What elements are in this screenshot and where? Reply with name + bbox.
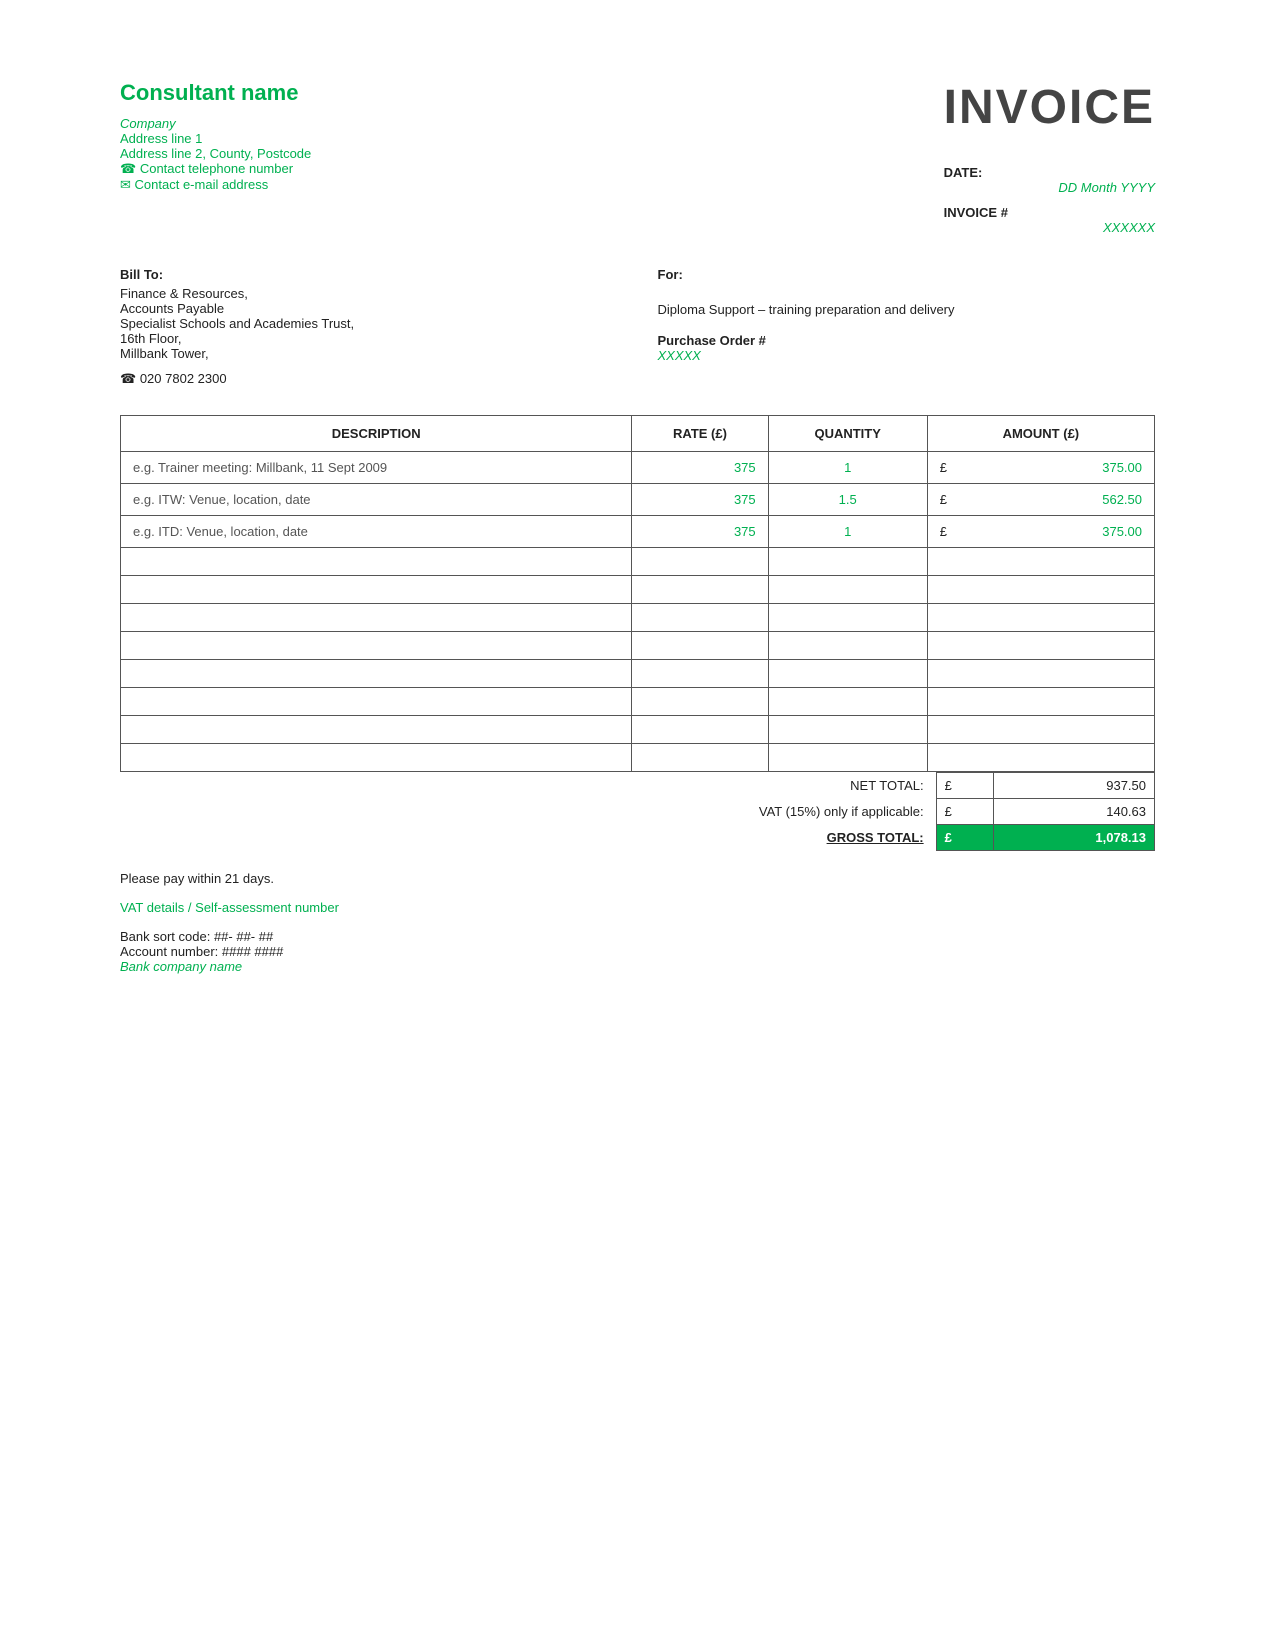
email-text: Contact e-mail address <box>135 177 269 192</box>
vat-row: VAT (15%) only if applicable: £ 140.63 <box>120 799 1155 825</box>
net-total-empty <box>120 773 637 799</box>
row-quantity: 1 <box>768 516 927 548</box>
row-amount: £ 562.50 <box>927 484 1154 516</box>
bill-to-line-2: Accounts Payable <box>120 301 618 316</box>
empty-row <box>121 632 1155 660</box>
bill-to-phone-icon: ☎ <box>120 371 136 386</box>
table-row: e.g. ITW: Venue, location, date 375 1.5 … <box>121 484 1155 516</box>
totals-section: NET TOTAL: £ 937.50 VAT (15%) only if ap… <box>120 772 1155 851</box>
table-header-row: DESCRIPTION RATE (£) QUANTITY AMOUNT (£) <box>121 416 1155 452</box>
purchase-order-label: Purchase Order # <box>658 333 1156 348</box>
gross-empty <box>120 825 637 851</box>
empty-row <box>121 716 1155 744</box>
bill-to-line-3: Specialist Schools and Academies Trust, <box>120 316 618 331</box>
empty-row <box>121 548 1155 576</box>
invoice-table: DESCRIPTION RATE (£) QUANTITY AMOUNT (£)… <box>120 415 1155 772</box>
row-rate: 375 <box>632 452 768 484</box>
row-rate: 375 <box>632 484 768 516</box>
empty-row <box>121 604 1155 632</box>
gross-total-label: GROSS TOTAL: <box>637 825 936 851</box>
bill-for-section: Bill To: Finance & Resources, Accounts P… <box>120 267 1155 387</box>
bank-details: Bank sort code: ##- ##- ## Account numbe… <box>120 929 1155 974</box>
amount-value: 375.00 <box>1102 460 1142 475</box>
phone-line: ☎ Contact telephone number <box>120 161 311 177</box>
address-line1: Address line 1 <box>120 131 311 146</box>
empty-row <box>121 660 1155 688</box>
account-number: Account number: #### #### <box>120 944 1155 959</box>
company-name: Company <box>120 116 311 131</box>
invoice-num-section: INVOICE # XXXXXX <box>944 205 1155 235</box>
address-block: Company Address line 1 Address line 2, C… <box>120 116 311 193</box>
invoice-title: INVOICE <box>944 80 1155 135</box>
date-label: DATE: <box>944 165 1155 180</box>
row-amount: £ 375.00 <box>927 516 1154 548</box>
phone-text: Contact telephone number <box>140 161 293 176</box>
date-section: DATE: DD Month YYYY <box>944 165 1155 195</box>
gross-total-symbol: £ <box>936 825 993 851</box>
table-row: e.g. ITD: Venue, location, date 375 1 £ … <box>121 516 1155 548</box>
col-rate: RATE (£) <box>632 416 768 452</box>
purchase-order-block: Purchase Order # XXXXX <box>658 333 1156 363</box>
vat-label: VAT (15%) only if applicable: <box>637 799 936 825</box>
email-icon: ✉ <box>120 177 131 192</box>
empty-row <box>121 576 1155 604</box>
net-total-value: 937.50 <box>994 773 1155 799</box>
amount-symbol: £ <box>940 492 947 507</box>
gross-total-row: GROSS TOTAL: £ 1,078.13 <box>120 825 1155 851</box>
amount-value: 375.00 <box>1102 524 1142 539</box>
bill-to-phone: ☎ 020 7802 2300 <box>120 371 618 387</box>
phone-icon: ☎ <box>120 161 136 176</box>
for-label: For: <box>658 267 1156 282</box>
col-amount: AMOUNT (£) <box>927 416 1154 452</box>
consultant-name: Consultant name <box>120 80 311 106</box>
bill-to-phone-number: 020 7802 2300 <box>140 371 227 386</box>
bill-to-line-4: 16th Floor, <box>120 331 618 346</box>
pay-note: Please pay within 21 days. <box>120 871 1155 886</box>
date-value: DD Month YYYY <box>944 180 1155 195</box>
col-description: DESCRIPTION <box>121 416 632 452</box>
col-quantity: QUANTITY <box>768 416 927 452</box>
vat-symbol: £ <box>936 799 993 825</box>
row-description: e.g. ITD: Venue, location, date <box>121 516 632 548</box>
email-line: ✉ Contact e-mail address <box>120 177 311 193</box>
address-line2: Address line 2, County, Postcode <box>120 146 311 161</box>
bank-company: Bank company name <box>120 959 1155 974</box>
net-total-symbol: £ <box>936 773 993 799</box>
for-block: For: Diploma Support – training preparat… <box>618 267 1156 387</box>
vat-empty <box>120 799 637 825</box>
amount-value: 562.50 <box>1102 492 1142 507</box>
row-description: e.g. Trainer meeting: Millbank, 11 Sept … <box>121 452 632 484</box>
footer-section: Please pay within 21 days. VAT details /… <box>120 871 1155 974</box>
net-total-label: NET TOTAL: <box>637 773 936 799</box>
empty-row <box>121 744 1155 772</box>
gross-total-value: 1,078.13 <box>994 825 1155 851</box>
empty-row <box>121 688 1155 716</box>
invoice-num-label: INVOICE # <box>944 205 1155 220</box>
row-rate: 375 <box>632 516 768 548</box>
table-row: e.g. Trainer meeting: Millbank, 11 Sept … <box>121 452 1155 484</box>
amount-symbol: £ <box>940 460 947 475</box>
net-total-row: NET TOTAL: £ 937.50 <box>120 773 1155 799</box>
row-quantity: 1 <box>768 452 927 484</box>
invoice-right: INVOICE DATE: DD Month YYYY INVOICE # XX… <box>944 80 1155 243</box>
row-quantity: 1.5 <box>768 484 927 516</box>
bill-to-line-5: Millbank Tower, <box>120 346 618 361</box>
bill-to-block: Bill To: Finance & Resources, Accounts P… <box>120 267 618 387</box>
vat-details: VAT details / Self-assessment number <box>120 900 1155 915</box>
for-description: Diploma Support – training preparation a… <box>658 302 1156 317</box>
page-header: Consultant name Company Address line 1 A… <box>120 80 1155 243</box>
bill-to-line-1: Finance & Resources, <box>120 286 618 301</box>
amount-symbol: £ <box>940 524 947 539</box>
purchase-order-value: XXXXX <box>658 348 1156 363</box>
bank-sort-code: Bank sort code: ##- ##- ## <box>120 929 1155 944</box>
row-description: e.g. ITW: Venue, location, date <box>121 484 632 516</box>
invoice-num-value: XXXXXX <box>944 220 1155 235</box>
vat-value: 140.63 <box>994 799 1155 825</box>
row-amount: £ 375.00 <box>927 452 1154 484</box>
bill-to-label: Bill To: <box>120 267 618 282</box>
consultant-block: Consultant name Company Address line 1 A… <box>120 80 311 193</box>
